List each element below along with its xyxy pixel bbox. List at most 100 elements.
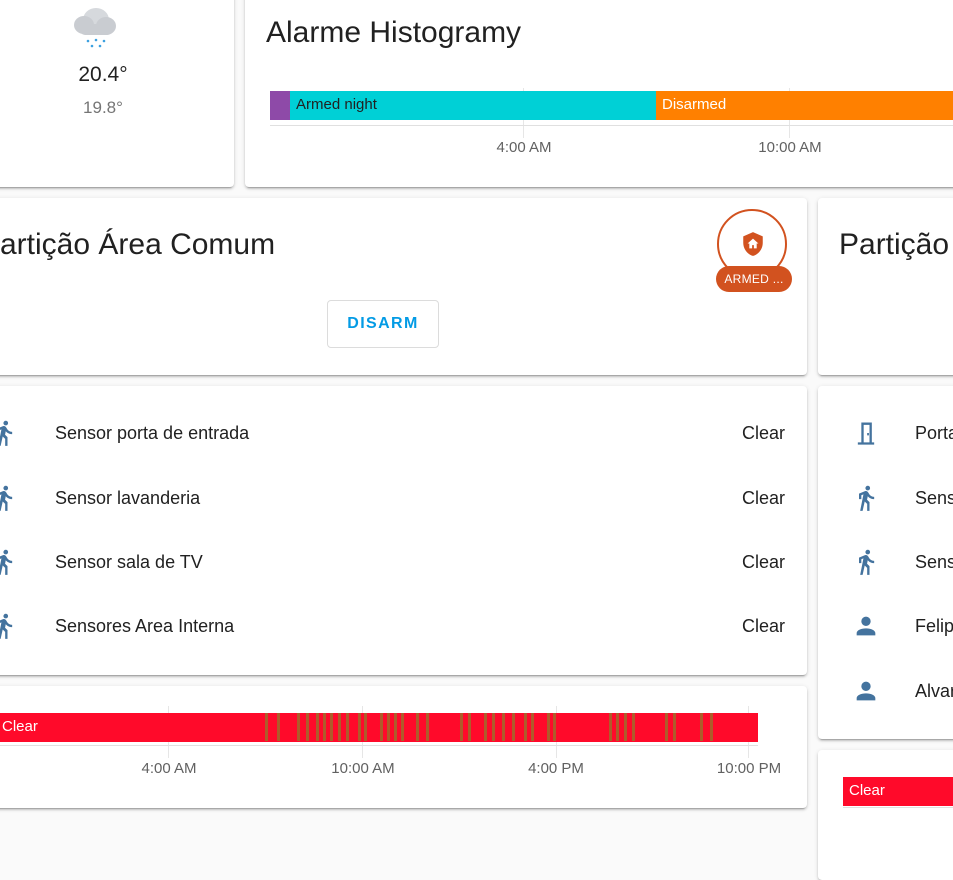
activity-stripe xyxy=(616,713,619,741)
sensor-name: Felip xyxy=(915,616,953,636)
activity-stripe xyxy=(306,713,309,741)
walk-icon xyxy=(0,613,13,639)
shield-home-icon xyxy=(743,232,763,256)
tick-label: 10:00 AM xyxy=(758,139,822,156)
activity-stripe xyxy=(460,713,463,741)
alarm-state-badge: ARMED ... xyxy=(716,266,792,292)
sensor-name: Alvar xyxy=(915,681,953,701)
sensor-row[interactable]: Felip xyxy=(818,606,953,646)
partition-title: artição Área Comum xyxy=(0,228,276,261)
disarm-button[interactable]: DISARM xyxy=(327,300,439,348)
activity-stripe xyxy=(346,713,349,741)
sensor-row[interactable]: Porta xyxy=(818,413,953,453)
tick-label: 10:00 PM xyxy=(716,760,782,777)
alarm-history-card: Alarme Histogramy Armed night Disarmed 4… xyxy=(245,0,953,187)
activity-stripe xyxy=(358,713,361,741)
sensor-row[interactable]: Sensor porta de entrada Clear xyxy=(0,413,807,453)
sensor-row[interactable]: Sensores Area Interna Clear xyxy=(0,606,807,646)
activity-stripe xyxy=(338,713,341,741)
walk-icon xyxy=(859,549,875,575)
sensor-state: Clear xyxy=(742,616,786,636)
activity-stripe xyxy=(512,713,515,741)
timeline-segment-disarmed[interactable]: Disarmed xyxy=(656,91,953,120)
activity-stripe xyxy=(710,713,713,741)
partition-right-title: Partição xyxy=(839,228,950,261)
activity-stripe xyxy=(394,713,397,741)
activity-stripe xyxy=(380,713,383,741)
sensor-name: Sensor porta de entrada xyxy=(55,423,250,443)
sensor-state: Clear xyxy=(742,552,786,572)
timeline-axis xyxy=(270,125,953,126)
activity-stripe xyxy=(502,713,505,741)
activity-stripe xyxy=(330,713,333,741)
tick-label: 10:00 AM xyxy=(331,760,395,777)
sensors-left-card: Sensor porta de entrada Clear Sensor lav… xyxy=(0,386,807,675)
activity-stripe xyxy=(624,713,627,741)
activity-stripe xyxy=(416,713,419,741)
sensors-right-card: Porta Sens Sens Felip Alvar xyxy=(818,386,953,739)
walk-icon xyxy=(859,485,875,511)
walk-icon xyxy=(0,485,13,511)
activity-stripe xyxy=(484,713,487,741)
sensor-name: Sensor sala de TV xyxy=(55,552,203,572)
timeline-axis xyxy=(0,745,758,746)
activity-stripe xyxy=(547,713,550,741)
activity-stripe xyxy=(553,713,556,741)
segment-label: Clear xyxy=(2,718,38,735)
weather-card[interactable]: 20.4° 19.8° xyxy=(0,0,234,187)
sensor-timeline-bar[interactable]: Clear xyxy=(0,713,758,742)
activity-stripe xyxy=(673,713,676,741)
temperature-current: 20.4° xyxy=(78,63,128,86)
sensor-name: Sensores Area Interna xyxy=(55,616,235,636)
activity-stripe xyxy=(401,713,404,741)
sensor-name: Sens xyxy=(915,552,953,572)
segment-label: Disarmed xyxy=(662,96,727,113)
cloud-rain-icon xyxy=(74,8,116,48)
timeline-segment-0[interactable] xyxy=(270,91,290,120)
door-icon xyxy=(857,422,875,445)
activity-stripe xyxy=(297,713,300,741)
tick-label: 4:00 PM xyxy=(528,760,584,777)
sensor-state: Clear xyxy=(742,423,786,443)
activity-stripe xyxy=(665,713,668,741)
activity-stripe xyxy=(426,713,429,741)
sensor-name: Porta xyxy=(915,423,953,443)
timeline-axis xyxy=(843,807,953,808)
sensor-row[interactable]: Sensor sala de TV Clear xyxy=(0,542,807,582)
activity-stripe xyxy=(316,713,319,741)
activity-stripe xyxy=(531,713,534,741)
walk-icon xyxy=(0,549,13,575)
segment-label: Clear xyxy=(849,782,885,799)
sensor-row[interactable]: Sens xyxy=(818,542,953,582)
partition-common-card: artição Área Comum ARMED ... DISARM xyxy=(0,198,807,375)
activity-stripe xyxy=(265,713,268,741)
sensor-state: Clear xyxy=(742,488,786,508)
sensor-history-card: Clear 4:00 AM 10:00 AM 4:00 PM 10:00 PM xyxy=(0,686,807,808)
sensor-timeline-bar[interactable]: Clear xyxy=(843,777,953,806)
account-icon xyxy=(856,616,876,636)
partition-right-card: Partição xyxy=(818,198,953,375)
activity-stripe xyxy=(524,713,527,741)
activity-stripe xyxy=(700,713,703,741)
activity-stripe xyxy=(323,713,326,741)
sensor-row[interactable]: Sensor lavanderia Clear xyxy=(0,478,807,518)
activity-stripe xyxy=(364,713,367,741)
tick-label: 4:00 AM xyxy=(141,760,197,777)
temperature-low: 19.8° xyxy=(83,98,123,117)
activity-stripe xyxy=(277,713,280,741)
sensor-history-right-card: Clear xyxy=(818,750,953,880)
activity-stripe xyxy=(632,713,635,741)
segment-label: Armed night xyxy=(296,96,377,113)
activity-stripe xyxy=(492,713,495,741)
sensor-name: Sensor lavanderia xyxy=(55,488,201,508)
activity-stripe xyxy=(468,713,471,741)
activity-stripe xyxy=(387,713,390,741)
weather-content: 20.4° 19.8° xyxy=(0,0,234,187)
walk-icon xyxy=(0,420,13,446)
tick-label: 4:00 AM xyxy=(496,139,552,156)
alarm-history-title: Alarme Histogramy xyxy=(266,16,522,49)
sensor-row[interactable]: Alvar xyxy=(818,671,953,711)
timeline-segment-armed-night[interactable]: Armed night xyxy=(290,91,656,120)
account-icon xyxy=(856,681,876,701)
sensor-row[interactable]: Sens xyxy=(818,478,953,518)
